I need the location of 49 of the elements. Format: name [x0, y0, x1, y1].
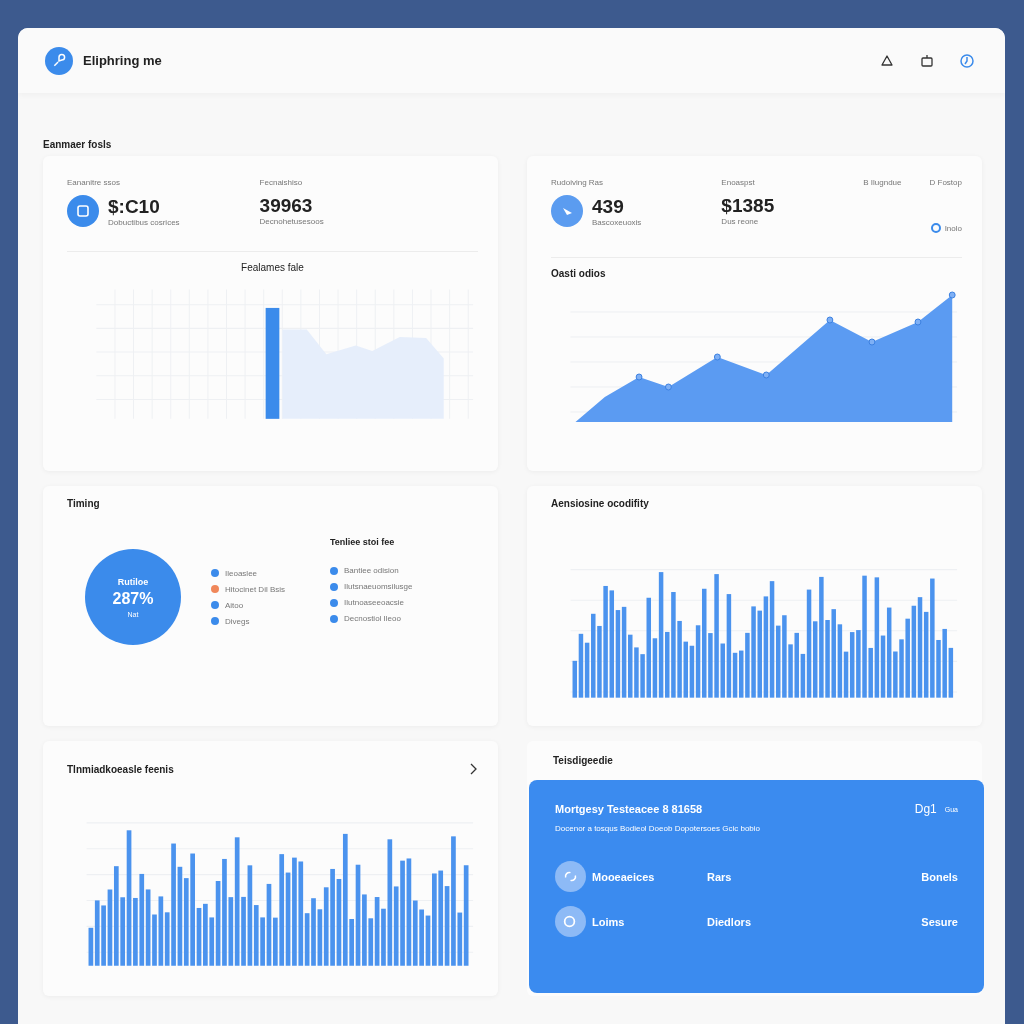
legend-label: Bantiee odision [344, 566, 399, 575]
legend-label: Aitoo [225, 600, 244, 610]
stat-value: $1385 [721, 195, 775, 217]
stat-value: $:C10 [108, 195, 161, 218]
card-title: Tlnmiadkoeasle feenis [67, 763, 174, 775]
stat-label: Fecnaishiso [259, 178, 304, 187]
legend-label: Divegs [225, 616, 250, 626]
legend-label: Hitocinet Dil Bsis [225, 584, 285, 594]
chevron-right-icon[interactable] [468, 763, 478, 775]
clock-icon[interactable] [959, 52, 975, 69]
chart-title: Oasti odios [551, 268, 607, 279]
tablet-icon [67, 195, 99, 227]
donut-value: 287% [112, 589, 154, 608]
mortgage-title: Mortgesy Testeacee 8 81658 [555, 803, 703, 815]
row-value: Rars [707, 870, 733, 883]
row-name: Mooeaeices [592, 870, 656, 883]
radio-button[interactable] [930, 223, 941, 233]
legend-label: Ilutnoaseeoacsie [344, 598, 405, 607]
row-status: Sesure [921, 915, 958, 928]
card-title: Teisdigeedie [552, 754, 614, 768]
radio-label: Inolo [944, 223, 962, 233]
stat-label: Rudoiving Ras [551, 178, 605, 187]
stat-caption: Dobuctibus cosrices [108, 217, 180, 227]
row-name: Loims [592, 915, 626, 928]
stat-label: Eananitre ssos [67, 178, 121, 187]
card-title: Timing [67, 498, 101, 509]
card-title: Aensiosine ocodifity [551, 498, 650, 509]
stat-label: Enoaspst [721, 178, 756, 187]
legend-label: Ilutsnaeuomsilusge [344, 582, 413, 591]
stat-caption: Dus reone [721, 217, 760, 226]
chart-title: Fealames fale [240, 262, 305, 273]
stat-value: 39963 [259, 195, 314, 217]
legend-title: Tenliee stoi fee [330, 537, 396, 547]
legend-label: B Ilugndue [863, 178, 902, 187]
stat-caption: Bascoxeuoxis [592, 217, 642, 227]
stat-caption: Decnohetusesoos [259, 217, 324, 226]
row-status: Bonels [921, 870, 958, 883]
logo-icon [45, 46, 73, 75]
app-title: Eliphring me [83, 53, 162, 68]
legend-label: Decnostiol Ileoo [344, 614, 401, 623]
donut-label: Rutiloe [117, 576, 149, 587]
mortgage-subtitle: Docenor a tosqus Bodieol Doeob Dopotersoes Gcic bobio [555, 824, 761, 833]
stat-value: 439 [592, 195, 625, 218]
ring-icon [555, 906, 586, 937]
badge-text: Dg1 [914, 802, 937, 816]
legend-label: Ileoaslee [225, 568, 258, 578]
section-title: Eanmaer fosls [43, 139, 113, 150]
legend-label: D Fostop [929, 178, 962, 187]
row-value: Diedlors [707, 915, 752, 928]
